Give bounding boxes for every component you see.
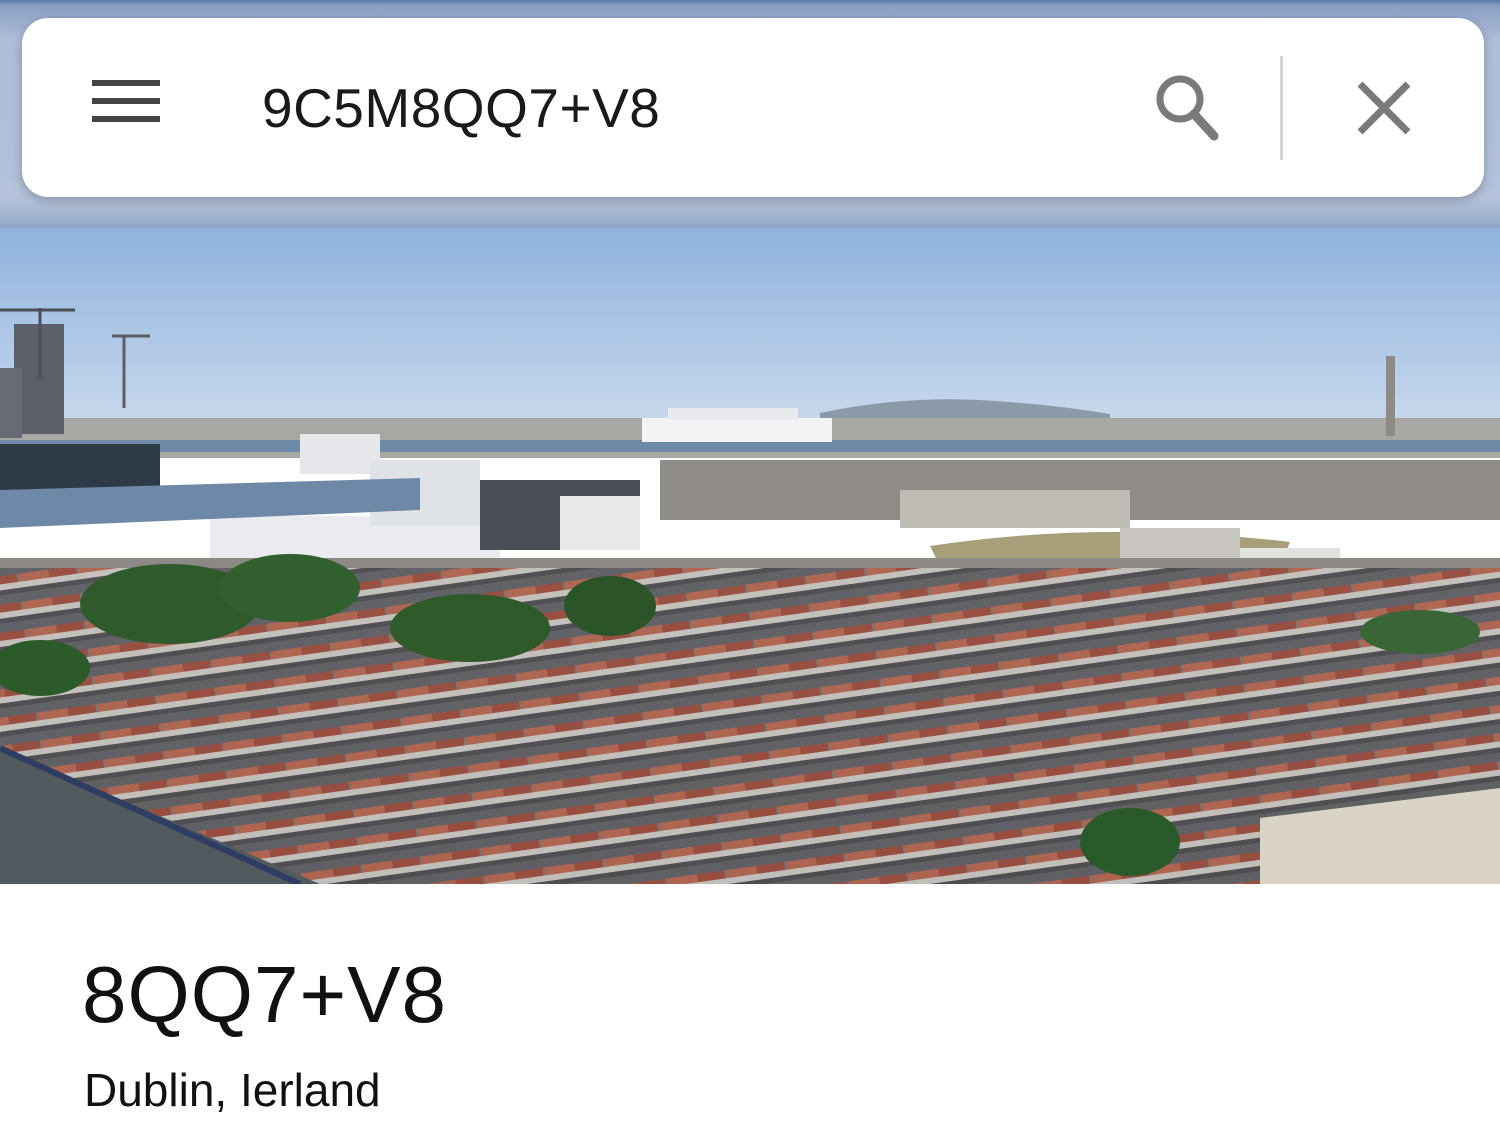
- menu-button[interactable]: [92, 78, 202, 168]
- hamburger-menu-icon: [92, 80, 160, 122]
- search-icon: [1156, 75, 1219, 141]
- place-photo[interactable]: [0, 228, 1500, 884]
- search-divider: [1280, 56, 1283, 160]
- city-panorama-image: [0, 228, 1500, 884]
- place-subtitle: Dublin, Ierland: [84, 1064, 381, 1116]
- search-button[interactable]: [1132, 68, 1252, 148]
- close-button[interactable]: [1342, 68, 1442, 148]
- search-input[interactable]: 9C5M8QQ7+V8: [262, 73, 660, 143]
- close-icon: [1357, 81, 1411, 135]
- search-bar: 9C5M8QQ7+V8: [22, 18, 1484, 197]
- place-title: 8QQ7+V8: [82, 950, 448, 1039]
